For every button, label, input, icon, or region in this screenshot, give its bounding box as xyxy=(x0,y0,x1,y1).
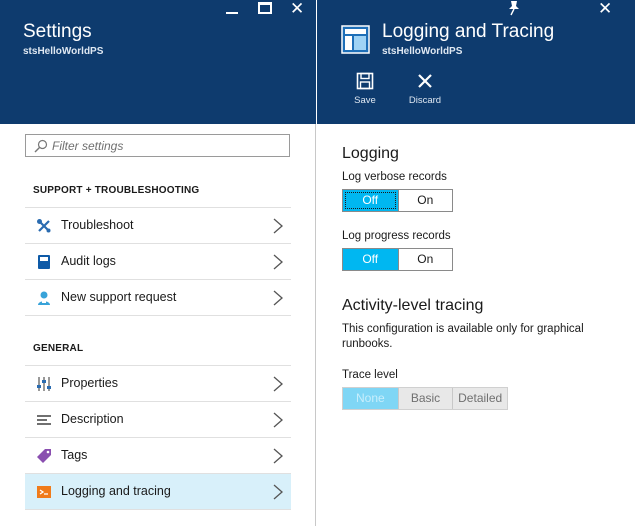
chevron-right-icon xyxy=(273,290,283,306)
filter-settings-box[interactable] xyxy=(25,134,290,157)
wrench-icon xyxy=(37,219,51,233)
chevron-right-icon xyxy=(273,218,283,234)
menu-item-troubleshoot[interactable]: Troubleshoot xyxy=(25,207,291,243)
discard-label: Discard xyxy=(408,95,442,106)
chevron-right-icon xyxy=(273,412,283,428)
support-person-icon xyxy=(38,291,50,305)
logging-header: Logging and Tracing stsHelloWorldPS ✕ Sa… xyxy=(317,0,635,124)
discard-button[interactable]: Discard xyxy=(401,72,449,112)
save-button[interactable]: Save xyxy=(341,72,389,112)
trace-detailed-option: Detailed xyxy=(452,388,507,409)
menu-item-label: Properties xyxy=(61,376,118,390)
minimize-icon[interactable] xyxy=(226,3,240,17)
menu-item-properties[interactable]: Properties xyxy=(25,365,291,401)
chevron-right-icon xyxy=(273,484,283,500)
list-divider xyxy=(25,509,291,510)
tracing-heading: Activity-level tracing xyxy=(342,297,484,314)
menu-item-label: Tags xyxy=(61,448,88,462)
save-icon xyxy=(356,72,374,90)
save-label: Save xyxy=(354,95,376,106)
menu-item-label: Description xyxy=(61,412,124,426)
filter-settings-input[interactable] xyxy=(52,137,284,154)
trace-basic-option: Basic xyxy=(397,388,453,409)
chevron-right-icon xyxy=(273,376,283,392)
progress-on-option[interactable]: On xyxy=(397,249,453,270)
menu-item-new-support-request[interactable]: New support request xyxy=(25,279,291,315)
trace-level-selector: None Basic Detailed xyxy=(342,387,508,410)
menu-item-audit-logs[interactable]: Audit logs xyxy=(25,243,291,279)
menu-item-logging-and-tracing[interactable]: Logging and tracing xyxy=(25,473,291,509)
logging-heading: Logging xyxy=(342,145,399,162)
trace-none-option: None xyxy=(343,388,398,409)
search-icon xyxy=(34,139,48,153)
chevron-right-icon xyxy=(273,448,283,464)
lines-icon xyxy=(37,415,51,425)
settings-blade: Settings stsHelloWorldPS ✕ SUPPORT + TRO… xyxy=(0,0,316,526)
menu-item-description[interactable]: Description xyxy=(25,401,291,437)
trace-level-label: Trace level xyxy=(342,369,398,381)
progress-label: Log progress records xyxy=(342,230,451,242)
pin-icon[interactable] xyxy=(507,0,521,16)
runbook-icon xyxy=(37,486,51,498)
menu-item-label: Logging and tracing xyxy=(61,484,171,498)
list-divider xyxy=(25,315,291,316)
progress-toggle[interactable]: Off On xyxy=(342,248,453,271)
book-icon xyxy=(38,255,50,269)
section-heading-general: GENERAL xyxy=(33,343,84,354)
logging-tracing-blade: Logging and Tracing stsHelloWorldPS ✕ Sa… xyxy=(317,0,635,526)
tracing-help-text: This configuration is available only for… xyxy=(342,323,584,350)
sliders-icon xyxy=(37,377,51,391)
verbose-toggle[interactable]: Off On xyxy=(342,189,453,212)
menu-item-tags[interactable]: Tags xyxy=(25,437,291,473)
menu-item-label: New support request xyxy=(61,290,177,304)
verbose-label: Log verbose records xyxy=(342,171,447,183)
chevron-right-icon xyxy=(273,254,283,270)
logging-subtitle: stsHelloWorldPS xyxy=(382,46,463,57)
close-icon[interactable]: ✕ xyxy=(290,0,304,17)
verbose-off-option[interactable]: Off xyxy=(343,190,398,211)
section-heading-support: SUPPORT + TROUBLESHOOTING xyxy=(33,185,200,196)
progress-off-option[interactable]: Off xyxy=(343,249,398,270)
logging-title: Logging and Tracing xyxy=(382,21,555,42)
menu-item-label: Troubleshoot xyxy=(61,218,134,232)
discard-icon xyxy=(418,74,432,88)
settings-subtitle: stsHelloWorldPS xyxy=(23,46,104,57)
tag-icon xyxy=(37,449,51,463)
settings-title: Settings xyxy=(23,21,92,42)
settings-header: Settings stsHelloWorldPS ✕ xyxy=(0,0,316,124)
maximize-icon[interactable] xyxy=(258,2,272,14)
menu-item-label: Audit logs xyxy=(61,254,116,268)
verbose-on-option[interactable]: On xyxy=(397,190,453,211)
blade-layout-icon xyxy=(341,25,370,54)
close-icon[interactable]: ✕ xyxy=(598,0,612,17)
